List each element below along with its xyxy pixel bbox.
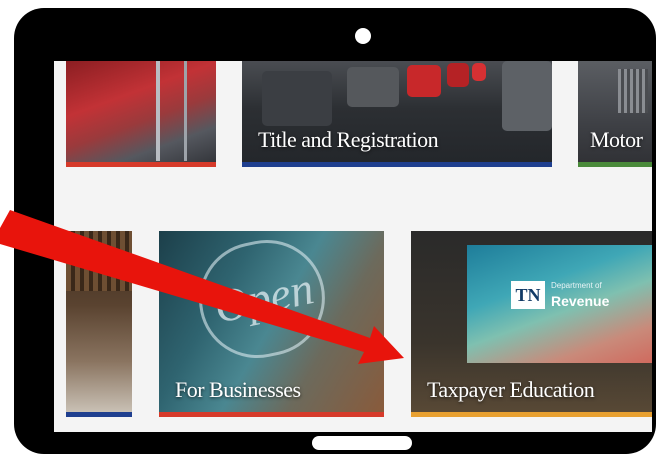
- tile-flags[interactable]: [66, 61, 216, 167]
- tile-accent-bar: [411, 412, 652, 417]
- tile-title-and-registration[interactable]: Title and Registration: [242, 61, 552, 167]
- revenue-text: Revenue: [551, 293, 610, 309]
- home-button[interactable]: [312, 436, 412, 450]
- tile-accent-bar: [66, 162, 216, 167]
- car-image: [347, 67, 399, 107]
- tablet-device: Title and Registration Motor Open For Bu…: [14, 8, 656, 454]
- car-image: [407, 65, 441, 97]
- screen: Title and Registration Motor Open For Bu…: [54, 61, 652, 432]
- flag-pole: [156, 61, 160, 161]
- tile-library[interactable]: [66, 231, 132, 417]
- tile-accent-bar: [242, 162, 552, 167]
- tile-label-motor: Motor: [590, 127, 643, 152]
- flag-pole: [184, 61, 187, 161]
- tile-accent-bar: [578, 162, 652, 167]
- camera-icon: [355, 28, 371, 44]
- tile-label-for-businesses: For Businesses: [175, 377, 301, 402]
- department-text: Department of: [551, 281, 602, 290]
- bookshelf-image: [66, 231, 132, 291]
- car-image: [262, 71, 332, 126]
- tile-label-taxpayer-education: Taxpayer Education: [427, 377, 595, 402]
- truck-grill-image: [618, 69, 648, 113]
- tile-accent-bar: [159, 412, 384, 417]
- tile-label-title-and-registration: Title and Registration: [258, 127, 439, 152]
- tile-motor[interactable]: Motor: [578, 61, 652, 167]
- tn-logo: TN: [511, 281, 545, 309]
- tile-accent-bar: [66, 412, 132, 417]
- car-image: [502, 61, 552, 131]
- car-image: [472, 63, 486, 81]
- tile-for-businesses[interactable]: Open For Businesses: [159, 231, 384, 417]
- car-image: [447, 63, 469, 87]
- tile-taxpayer-education[interactable]: TN Department of Revenue Taxpayer Educat…: [411, 231, 652, 417]
